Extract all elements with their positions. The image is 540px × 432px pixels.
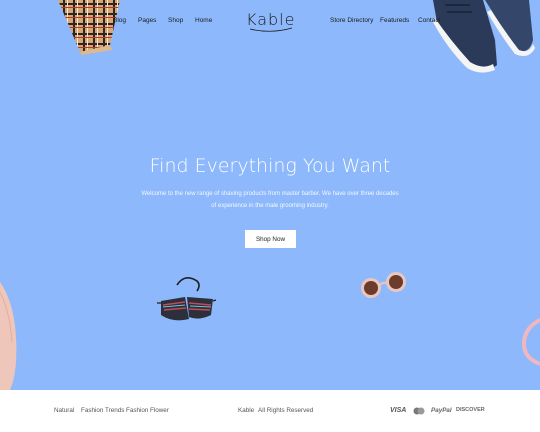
nav-link-featureds[interactable]: Featureds [380,17,409,24]
discover-icon: DISCOVER [456,407,485,413]
visa-icon: VISA [390,407,407,414]
shop-now-button[interactable]: Shop Now [245,230,296,248]
bikini-top-image [157,277,217,321]
nav-link-pages[interactable]: Pages [138,17,156,24]
hero-description: Welcome to the new range of shaving prod… [141,191,399,209]
pink-cloth-image [0,282,17,390]
nav-link-contact[interactable]: Contact [418,17,440,24]
mastercard-icon [413,407,425,415]
scarf-image [58,0,120,55]
footer-tag-flower[interactable]: Flower [150,407,169,414]
footer-copyright: All Rights Reserved [258,407,314,414]
nav-link-home[interactable]: Home [195,17,212,24]
footer-tag-fashion[interactable]: Fashion [126,407,148,414]
sneaker-image [433,0,535,73]
footer-tag-fashion-trends[interactable]: Fashion Trends [81,407,124,414]
bracelet-image [521,318,540,366]
nav-link-shop[interactable]: Shop [168,17,183,24]
hero-title: Find Everything You Want [149,155,391,177]
sunglasses-image [361,272,406,298]
paypal-icon: PayPal [431,407,452,414]
nav-link-store-directory[interactable]: Store Directory [330,17,373,24]
hero-section: Blog Pages Shop Home Store Directory Fea… [0,0,540,390]
nav-link-blog[interactable]: Blog [113,17,126,24]
footer-brand: Kable [238,407,255,414]
logo-swash-icon [249,27,293,32]
footer-tag-natural[interactable]: Natural [54,407,74,414]
